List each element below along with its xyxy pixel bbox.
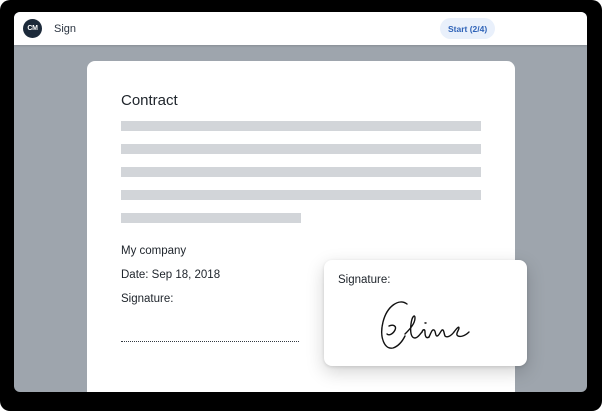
- cm-logo-icon[interactable]: CM: [23, 19, 42, 38]
- placeholder-text-line: [121, 190, 481, 200]
- device-frame: CM Sign Start (2/4) Contract My company …: [0, 0, 602, 411]
- placeholder-text-line: [121, 144, 481, 154]
- handwritten-signature-icon: [381, 301, 470, 349]
- top-bar: CM Sign Start (2/4): [14, 12, 587, 45]
- document-title: Contract: [121, 92, 178, 109]
- signature-card[interactable]: Signature:: [324, 260, 527, 366]
- placeholder-text-line: [121, 167, 481, 177]
- start-step-button[interactable]: Start (2/4): [440, 18, 496, 39]
- signature-card-label: Signature:: [338, 274, 391, 286]
- app-screen: CM Sign Start (2/4) Contract My company …: [14, 12, 587, 392]
- placeholder-text-line: [121, 213, 301, 223]
- signature-line[interactable]: [121, 341, 299, 342]
- signature-field-label: Signature:: [121, 293, 174, 305]
- placeholder-text-line: [121, 121, 481, 131]
- company-name: My company: [121, 245, 187, 257]
- app-title: Sign: [54, 23, 77, 35]
- contract-date: Date: Sep 18, 2018: [121, 269, 221, 281]
